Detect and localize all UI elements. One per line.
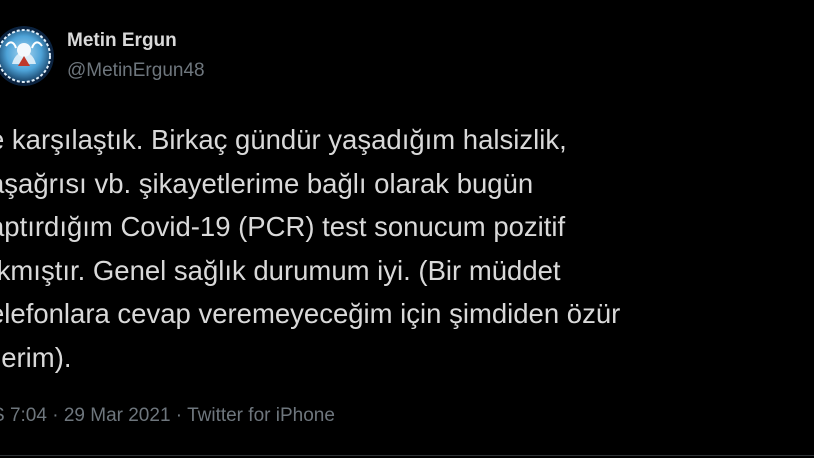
meta-separator: · (46, 405, 64, 426)
user-avatar[interactable] (0, 26, 54, 86)
tweet-text-line: aptırdığım Covid-19 (PCR) test sonucum p… (0, 211, 566, 243)
tweet-text: e karşılaştık. Birkaç gündür yaşadığım h… (0, 118, 814, 380)
tweet-text-line: elefonlara cevap veremeyeceğim için şimd… (0, 298, 621, 330)
tweet-text-line: ilerim). (0, 341, 72, 373)
tweet-time-link[interactable]: S 7:04 (0, 405, 47, 426)
avatar-image (0, 26, 54, 86)
tweet-text-line: ıkmıştır. Genel sağlık durumum iyi. (Bir… (0, 254, 561, 286)
divider (0, 455, 814, 456)
tweet-date-link[interactable]: 29 Mar 2021 (64, 405, 171, 426)
tweet-source-link[interactable]: Twitter for iPhone (187, 405, 335, 426)
tweet-text-line: aşağrısı vb. şikayetlerime bağlı olarak … (0, 167, 534, 199)
author-handle[interactable]: @MetinErgun48 (67, 59, 205, 83)
author-display-name[interactable]: Metin Ergun (67, 29, 177, 53)
tweet-meta: S 7:04 · 29 Mar 2021 · Twitter for iPhon… (0, 404, 335, 428)
tweet-text-line: e karşılaştık. Birkaç gündür yaşadığım h… (0, 124, 567, 155)
tweet-card: Metin Ergun @MetinErgun48 e karşılaştık.… (0, 0, 814, 458)
meta-separator: · (170, 405, 188, 426)
